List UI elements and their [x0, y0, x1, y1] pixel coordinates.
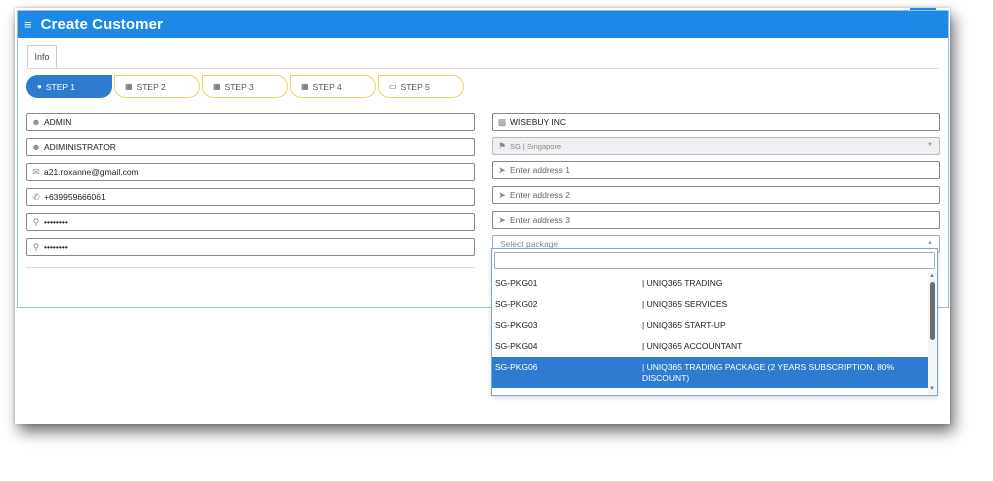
- phone-field[interactable]: ✆ +639959666061: [26, 188, 475, 206]
- step-4-button[interactable]: ▦ STEP 4: [290, 75, 376, 98]
- package-options-list: SG-PKG01 | UNIQ365 TRADING SG-PKG02 | UN…: [492, 273, 929, 388]
- step-5-button[interactable]: ▭ STEP 5: [378, 75, 464, 98]
- scroll-down-icon[interactable]: ▼: [929, 386, 935, 392]
- step-label: STEP 2: [136, 81, 166, 92]
- password-field[interactable]: ⚲ ••••••••: [26, 213, 475, 231]
- first-name-value: ADMIN: [44, 117, 72, 127]
- building-icon: ▩: [497, 116, 507, 127]
- scrollbar-thumb[interactable]: [930, 282, 935, 340]
- step-1-button[interactable]: ● STEP 1: [26, 75, 112, 98]
- package-option[interactable]: SG-PKG03 | UNIQ365 START-UP: [492, 315, 929, 336]
- package-option[interactable]: SG-PKG04 | UNIQ365 ACCOUNTANT: [492, 336, 929, 357]
- location-arrow-icon: ➤: [498, 189, 506, 200]
- grid-icon: ▦: [125, 82, 133, 91]
- tab-info[interactable]: Info: [27, 45, 57, 68]
- country-value: SG | Singapore: [510, 141, 562, 151]
- envelope-icon: ✉: [32, 166, 40, 177]
- step-label: STEP 5: [400, 81, 430, 92]
- grid-icon: ▦: [213, 82, 221, 91]
- step-label: STEP 3: [224, 81, 254, 92]
- password-value: ••••••••: [44, 217, 68, 227]
- user-icon: ☻: [31, 142, 41, 152]
- key-icon: ⚲: [32, 216, 40, 227]
- company-field[interactable]: ▩ WISEBUY INC: [492, 113, 940, 131]
- location-arrow-icon: ➤: [498, 164, 506, 175]
- address3-placeholder: Enter address 3: [510, 215, 571, 225]
- package-code: SG-PKG03: [495, 320, 538, 330]
- section-divider: [26, 267, 475, 268]
- last-name-field[interactable]: ☻ ADIMINISTRATOR: [26, 138, 475, 156]
- country-select[interactable]: ⚑ SG | Singapore ▼: [492, 137, 940, 155]
- address3-input[interactable]: ➤ Enter address 3: [492, 211, 940, 229]
- package-dropdown: SG-PKG01 | UNIQ365 TRADING SG-PKG02 | UN…: [491, 248, 938, 396]
- package-name: | UNIQ365 SERVICES: [642, 299, 728, 309]
- confirm-password-value: ••••••••: [44, 242, 68, 252]
- phone-icon: ✆: [32, 191, 40, 202]
- caret-down-icon: ▼: [927, 142, 933, 148]
- phone-value: +639959666061: [44, 192, 106, 202]
- company-value: WISEBUY INC: [510, 117, 567, 127]
- key-icon: ⚲: [32, 241, 40, 252]
- package-option-selected[interactable]: SG-PKG06 | UNIQ365 TRADING PACKAGE (2 YE…: [492, 357, 929, 388]
- last-name-value: ADIMINISTRATOR: [44, 142, 116, 152]
- email-value: a21.roxanne@gmail.com: [44, 167, 139, 177]
- flag-icon: ⚑: [497, 140, 507, 151]
- page-title: Create Customer: [40, 16, 163, 33]
- location-arrow-icon: ➤: [498, 214, 506, 225]
- hamburger-icon[interactable]: ≡: [24, 18, 32, 31]
- package-code: SG-PKG01: [495, 278, 538, 288]
- package-code: SG-PKG06: [495, 362, 538, 372]
- package-name: | UNIQ365 ACCOUNTANT: [642, 341, 743, 351]
- email-field[interactable]: ✉ a21.roxanne@gmail.com: [26, 163, 475, 181]
- package-search-input[interactable]: [494, 252, 935, 269]
- package-code: SG-PKG02: [495, 299, 538, 309]
- scroll-up-icon[interactable]: ▲: [929, 273, 935, 279]
- address1-input[interactable]: ➤ Enter address 1: [492, 161, 940, 179]
- app-window: ≡ Create Customer Info ● STEP 1 ▦ STEP 2…: [15, 8, 950, 424]
- step-label: STEP 1: [45, 81, 75, 92]
- package-code: SG-PKG04: [495, 341, 538, 351]
- card-icon: ▭: [389, 82, 397, 91]
- step-label: STEP 4: [312, 81, 342, 92]
- package-option[interactable]: SG-PKG01 | UNIQ365 TRADING: [492, 273, 929, 294]
- package-name: | UNIQ365 TRADING PACKAGE (2 YEARS SUBSC…: [642, 362, 895, 383]
- step-3-button[interactable]: ▦ STEP 3: [202, 75, 288, 98]
- step-2-button[interactable]: ▦ STEP 2: [114, 75, 200, 98]
- title-bar: ≡ Create Customer: [18, 11, 948, 38]
- package-name: | UNIQ365 START-UP: [642, 320, 726, 330]
- address2-placeholder: Enter address 2: [510, 190, 571, 200]
- user-icon: ☻: [31, 117, 41, 127]
- package-name: | UNIQ365 TRADING: [642, 278, 723, 288]
- grid-icon: ▦: [301, 82, 309, 91]
- user-icon: ●: [37, 82, 42, 91]
- address2-input[interactable]: ➤ Enter address 2: [492, 186, 940, 204]
- package-option[interactable]: SG-PKG02 | UNIQ365 SERVICES: [492, 294, 929, 315]
- first-name-field[interactable]: ☻ ADMIN: [26, 113, 475, 131]
- confirm-password-field[interactable]: ⚲ ••••••••: [26, 238, 475, 256]
- caret-up-icon: ▲: [927, 240, 933, 246]
- address1-placeholder: Enter address 1: [510, 165, 571, 175]
- tab-strip: Info: [26, 45, 939, 69]
